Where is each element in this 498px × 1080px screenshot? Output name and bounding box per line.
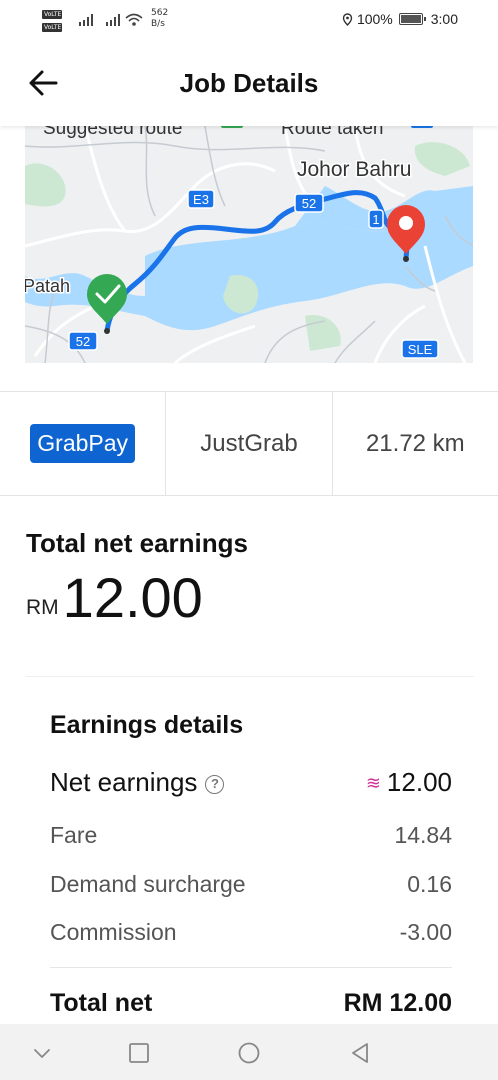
surge-icon: ≋ — [365, 773, 381, 793]
road-label-1: 1 — [372, 212, 379, 227]
map-canvas[interactable]: E3 52 52 1 SLE Johor Bahru Patah — [25, 126, 473, 363]
net-earnings-row: Net earnings? ≋ 12.00 — [50, 767, 452, 798]
square-icon[interactable] — [128, 1042, 150, 1064]
status-bar: VoLTE VoLTE 562 B/s 100% 3:00 — [0, 0, 498, 40]
route-map[interactable]: E3 52 52 1 SLE Johor Bahru Patah Suggest… — [0, 118, 498, 391]
fare-label: Fare — [50, 822, 98, 848]
sim1-label: VoLTE — [44, 11, 62, 18]
wifi-icon — [125, 13, 143, 26]
location-icon — [342, 12, 353, 26]
chevron-down-icon[interactable] — [31, 1042, 53, 1064]
page-title: Job Details — [179, 68, 319, 98]
divider — [50, 967, 452, 968]
net-earnings-label: Net earnings — [50, 767, 198, 797]
road-shield-52b: 52 — [68, 331, 98, 351]
demand-surcharge-row: Demand surcharge 0.16 — [50, 871, 452, 898]
job-type: JustGrab — [200, 429, 298, 457]
net-earnings-label-wrap: Net earnings? — [50, 767, 225, 798]
clock: 3:00 — [430, 11, 458, 27]
circle-icon[interactable] — [238, 1042, 260, 1064]
total-net-row: Total net RM 12.00 — [50, 989, 452, 1018]
job-type-cell: JustGrab — [166, 392, 333, 495]
commission-row: Commission -3.00 — [50, 919, 452, 946]
demand-surcharge-value: 0.16 — [407, 871, 452, 897]
currency: RM — [26, 596, 59, 619]
net-speed-value: 562 — [151, 8, 169, 18]
net-earnings-value: 12.00 — [386, 767, 452, 797]
road-label-52b: 52 — [76, 334, 90, 349]
battery-percent: 100% — [356, 11, 393, 27]
total-net-earnings-label: Total net earnings — [26, 528, 248, 558]
triangle-back-icon[interactable] — [349, 1042, 371, 1064]
commission-label: Commission — [50, 919, 177, 945]
payment-badge: GrabPay — [30, 424, 136, 463]
road-shield-1: 1 — [368, 209, 384, 229]
payment-method-cell: GrabPay — [0, 392, 167, 495]
road-label-sle: SLE — [408, 342, 433, 357]
net-earnings-value-wrap: ≋ 12.00 — [366, 767, 452, 798]
system-nav-bar — [0, 1024, 498, 1080]
signal-1-icon — [79, 14, 93, 26]
road-label-52a: 52 — [302, 196, 316, 211]
net-speed-unit: B/s — [151, 19, 165, 29]
distance-cell: 21.72 km — [333, 392, 498, 495]
total-net-label: Total net — [50, 989, 153, 1017]
job-summary: GrabPay JustGrab 21.72 km — [0, 391, 498, 496]
signal-2-icon — [106, 14, 120, 26]
sim1-badge: VoLTE — [42, 10, 62, 19]
total-net-value: RM 12.00 — [343, 989, 452, 1017]
commission-value: -3.00 — [399, 919, 452, 945]
area-label: Patah — [25, 276, 70, 296]
app-header: Job Details — [0, 40, 498, 126]
sim2-label: VoLTE — [44, 24, 62, 31]
road-label-e3: E3 — [193, 192, 209, 207]
sim2-badge: VoLTE — [42, 23, 62, 32]
road-shield-sle: SLE — [401, 339, 439, 359]
demand-surcharge-label: Demand surcharge — [50, 871, 246, 897]
battery-icon — [398, 13, 426, 25]
fare-value: 14.84 — [394, 822, 452, 848]
earnings-details-title: Earnings details — [50, 711, 244, 739]
total-value: 12.00 — [62, 566, 203, 629]
help-icon[interactable]: ? — [205, 775, 225, 794]
city-label: Johor Bahru — [297, 158, 411, 181]
distance: 21.72 km — [365, 429, 465, 457]
fare-row: Fare 14.84 — [50, 822, 452, 849]
earnings-details-card: Earnings details Net earnings? ≋ 12.00 Fa… — [26, 676, 474, 1036]
total-net-earnings-amount: RM 12.00 — [26, 566, 203, 630]
status-right: 100% 3:00 — [342, 11, 458, 27]
road-shield-e3: E3 — [187, 189, 215, 209]
road-shield-52a: 52 — [294, 193, 324, 213]
network-speed: 562 B/s — [151, 8, 168, 30]
